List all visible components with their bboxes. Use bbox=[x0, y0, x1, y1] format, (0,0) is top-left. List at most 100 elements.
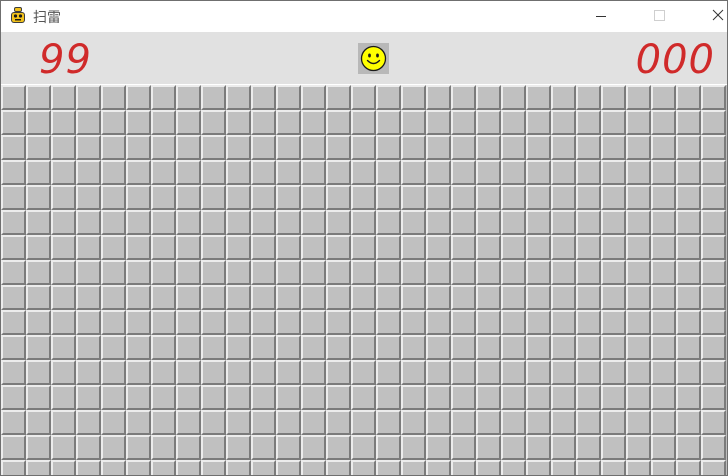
mine-cell[interactable] bbox=[76, 335, 101, 360]
mine-cell[interactable] bbox=[151, 135, 176, 160]
mine-cell[interactable] bbox=[651, 385, 676, 410]
mine-cell[interactable] bbox=[701, 235, 726, 260]
mine-cell[interactable] bbox=[301, 135, 326, 160]
mine-cell[interactable] bbox=[526, 260, 551, 285]
mine-cell[interactable] bbox=[376, 135, 401, 160]
mine-cell[interactable] bbox=[476, 460, 501, 475]
mine-cell[interactable] bbox=[76, 260, 101, 285]
mine-cell[interactable] bbox=[1, 160, 26, 185]
mine-cell[interactable] bbox=[276, 85, 301, 110]
mine-cell[interactable] bbox=[501, 135, 526, 160]
mine-cell[interactable] bbox=[251, 210, 276, 235]
mine-cell[interactable] bbox=[26, 85, 51, 110]
mine-cell[interactable] bbox=[576, 160, 601, 185]
mine-cell[interactable] bbox=[126, 360, 151, 385]
mine-cell[interactable] bbox=[226, 185, 251, 210]
mine-cell[interactable] bbox=[551, 85, 576, 110]
mine-cell[interactable] bbox=[401, 185, 426, 210]
mine-cell[interactable] bbox=[451, 135, 476, 160]
mine-cell[interactable] bbox=[76, 285, 101, 310]
mine-cell[interactable] bbox=[51, 360, 76, 385]
mine-cell[interactable] bbox=[451, 285, 476, 310]
mine-cell[interactable] bbox=[576, 460, 601, 475]
mine-cell[interactable] bbox=[651, 360, 676, 385]
title-bar[interactable]: 扫雷 bbox=[1, 1, 727, 31]
mine-cell[interactable] bbox=[501, 210, 526, 235]
mine-cell[interactable] bbox=[501, 410, 526, 435]
mine-cell[interactable] bbox=[1, 260, 26, 285]
mine-cell[interactable] bbox=[351, 335, 376, 360]
mine-cell[interactable] bbox=[376, 210, 401, 235]
mine-cell[interactable] bbox=[526, 435, 551, 460]
mine-cell[interactable] bbox=[676, 160, 701, 185]
mine-cell[interactable] bbox=[501, 285, 526, 310]
mine-cell[interactable] bbox=[251, 335, 276, 360]
mine-cell[interactable] bbox=[126, 135, 151, 160]
mine-cell[interactable] bbox=[626, 435, 651, 460]
mine-cell[interactable] bbox=[1, 85, 26, 110]
mine-cell[interactable] bbox=[551, 260, 576, 285]
mine-cell[interactable] bbox=[101, 410, 126, 435]
mine-cell[interactable] bbox=[351, 135, 376, 160]
mine-cell[interactable] bbox=[701, 385, 726, 410]
mine-cell[interactable] bbox=[676, 260, 701, 285]
mine-cell[interactable] bbox=[526, 460, 551, 475]
mine-cell[interactable] bbox=[1, 410, 26, 435]
mine-cell[interactable] bbox=[526, 285, 551, 310]
mine-cell[interactable] bbox=[576, 235, 601, 260]
mine-cell[interactable] bbox=[376, 285, 401, 310]
mine-cell[interactable] bbox=[601, 410, 626, 435]
mine-cell[interactable] bbox=[401, 285, 426, 310]
mine-cell[interactable] bbox=[201, 310, 226, 335]
mine-cell[interactable] bbox=[201, 360, 226, 385]
mine-cell[interactable] bbox=[176, 85, 201, 110]
mine-cell[interactable] bbox=[176, 160, 201, 185]
mine-cell[interactable] bbox=[101, 135, 126, 160]
mine-cell[interactable] bbox=[176, 410, 201, 435]
mine-cell[interactable] bbox=[1, 235, 26, 260]
mine-cell[interactable] bbox=[126, 85, 151, 110]
mine-cell[interactable] bbox=[526, 110, 551, 135]
mine-cell[interactable] bbox=[401, 235, 426, 260]
mine-cell[interactable] bbox=[251, 285, 276, 310]
mine-cell[interactable] bbox=[226, 135, 251, 160]
mine-cell[interactable] bbox=[376, 235, 401, 260]
mine-cell[interactable] bbox=[476, 435, 501, 460]
mine-cell[interactable] bbox=[501, 460, 526, 475]
mine-cell[interactable] bbox=[126, 335, 151, 360]
mine-cell[interactable] bbox=[626, 85, 651, 110]
mine-cell[interactable] bbox=[1, 335, 26, 360]
mine-cell[interactable] bbox=[326, 360, 351, 385]
mine-cell[interactable] bbox=[26, 135, 51, 160]
mine-cell[interactable] bbox=[1, 110, 26, 135]
mine-cell[interactable] bbox=[601, 360, 626, 385]
mine-cell[interactable] bbox=[226, 160, 251, 185]
mine-cell[interactable] bbox=[551, 435, 576, 460]
mine-cell[interactable] bbox=[576, 360, 601, 385]
mine-cell[interactable] bbox=[551, 185, 576, 210]
mine-cell[interactable] bbox=[51, 160, 76, 185]
mine-cell[interactable] bbox=[676, 135, 701, 160]
mine-cell[interactable] bbox=[626, 460, 651, 475]
mine-cell[interactable] bbox=[576, 260, 601, 285]
mine-cell[interactable] bbox=[26, 335, 51, 360]
mine-cell[interactable] bbox=[301, 285, 326, 310]
mine-cell[interactable] bbox=[151, 185, 176, 210]
mine-cell[interactable] bbox=[276, 260, 301, 285]
mine-cell[interactable] bbox=[351, 385, 376, 410]
mine-cell[interactable] bbox=[76, 360, 101, 385]
mine-cell[interactable] bbox=[626, 210, 651, 235]
mine-cell[interactable] bbox=[101, 360, 126, 385]
mine-cell[interactable] bbox=[201, 285, 226, 310]
mine-cell[interactable] bbox=[451, 160, 476, 185]
mine-cell[interactable] bbox=[26, 185, 51, 210]
mine-cell[interactable] bbox=[326, 85, 351, 110]
mine-cell[interactable] bbox=[626, 160, 651, 185]
mine-cell[interactable] bbox=[701, 210, 726, 235]
mine-cell[interactable] bbox=[1, 435, 26, 460]
mine-cell[interactable] bbox=[626, 260, 651, 285]
mine-cell[interactable] bbox=[451, 310, 476, 335]
mine-cell[interactable] bbox=[176, 385, 201, 410]
mine-cell[interactable] bbox=[651, 310, 676, 335]
mine-cell[interactable] bbox=[626, 310, 651, 335]
